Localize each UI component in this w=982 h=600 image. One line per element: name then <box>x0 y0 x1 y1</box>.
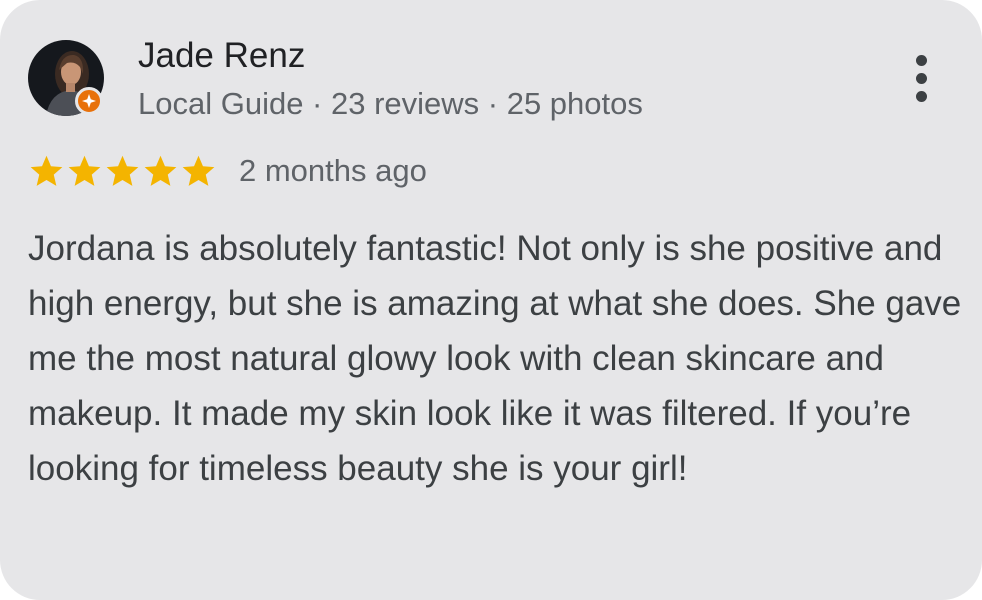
more-vert-icon <box>915 54 927 66</box>
more-options-button[interactable] <box>896 50 946 106</box>
rating-row: 2 months ago <box>28 150 427 192</box>
review-date: 2 months ago <box>239 153 427 188</box>
reviewer-meta: Local Guide · 23 reviews · 25 photos <box>138 86 643 121</box>
reviewer-name[interactable]: Jade Renz <box>138 34 305 78</box>
reviewer-avatar[interactable] <box>28 40 104 116</box>
local-guide-badge-icon <box>75 87 103 115</box>
star-icon <box>182 155 215 186</box>
star-icon <box>30 155 63 186</box>
star-icon <box>68 155 101 186</box>
review-text: Jordana is absolutely fantastic! Not onl… <box>28 229 962 488</box>
star-icon <box>144 155 177 186</box>
review-card: Jade Renz Local Guide · 23 reviews · 25 … <box>0 0 982 600</box>
star-icon <box>106 155 139 186</box>
star-rating <box>28 153 217 190</box>
